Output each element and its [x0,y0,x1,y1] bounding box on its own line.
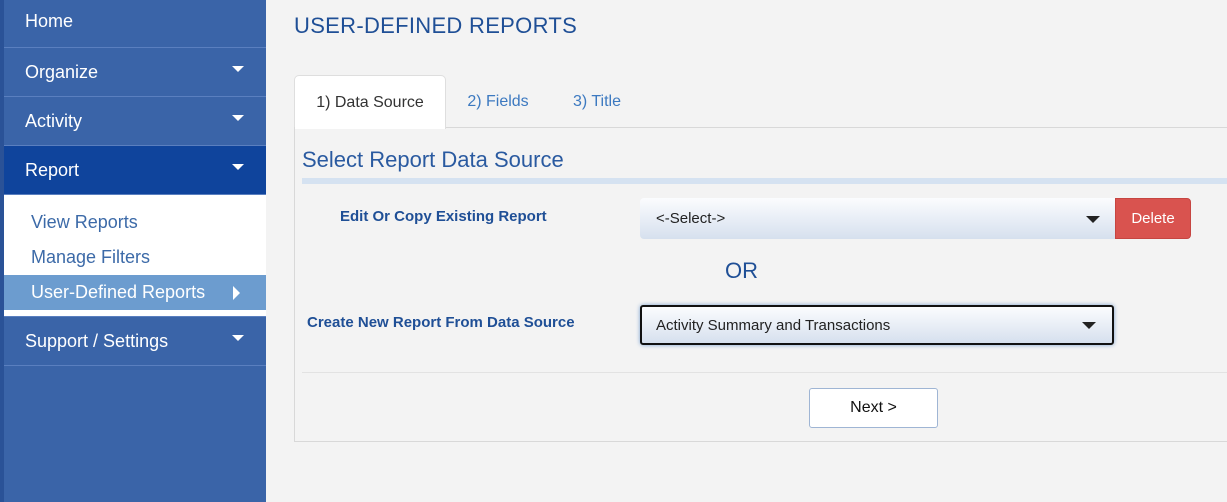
tab-label: 2) Fields [467,92,529,110]
page-title: USER-DEFINED REPORTS [294,13,578,38]
wizard-tabs: 1) Data Source 2) Fields 3) Title [294,75,1227,129]
nav-item-activity-label: Activity [25,110,83,131]
nav-item-report[interactable]: Report [4,146,266,195]
nav-item-activity[interactable]: Activity [4,97,266,146]
footer-divider [302,372,1227,373]
chevron-down-icon [232,115,244,121]
report-submenu: View Reports Manage Filters User-Defined… [4,195,266,317]
data-source-select-value: Activity Summary and Transactions [656,316,891,334]
tab-title[interactable]: 3) Title [560,75,634,128]
nav-item-organize-label: Organize [25,61,99,82]
nav-item-support-label: Support / Settings [25,330,169,351]
nav-item-home-label: Home [25,11,74,31]
section-title: Select Report Data Source [302,147,564,172]
next-button[interactable]: Next > [809,388,938,428]
tab-fields[interactable]: 2) Fields [454,75,542,128]
submenu-item-user-defined-reports[interactable]: User-Defined Reports [4,275,266,310]
chevron-down-icon [232,164,244,170]
data-source-select[interactable]: Activity Summary and Transactions [640,305,1114,345]
nav-item-organize[interactable]: Organize [4,48,266,97]
create-report-label: Create New Report From Data Source [307,314,575,331]
edit-report-label: Edit Or Copy Existing Report [340,208,547,225]
tab-panel [294,127,1227,442]
submenu-item-manage-filters[interactable]: Manage Filters [4,240,266,275]
nav-item-home[interactable]: Home [4,0,266,48]
dropdown-caret-icon [1082,322,1096,329]
existing-report-select[interactable]: <-Select-> [640,198,1116,239]
submenu-item-label: Manage Filters [31,247,151,267]
nav-item-report-label: Report [25,159,80,180]
submenu-item-label: View Reports [31,212,138,232]
nav-item-support-settings[interactable]: Support / Settings [4,317,266,366]
chevron-down-icon [232,66,244,72]
submenu-item-label: User-Defined Reports [31,282,206,302]
dropdown-caret-icon [1086,215,1100,223]
tab-label: 3) Title [572,92,621,110]
sidebar: Home Organize Activity Report View Repor… [0,0,266,502]
tab-label: 1) Data Source [316,93,424,111]
or-separator: OR [725,258,758,283]
submenu-item-view-reports[interactable]: View Reports [4,205,266,240]
section-divider [302,178,1227,184]
tab-data-source[interactable]: 1) Data Source [294,75,446,129]
chevron-down-icon [232,335,244,341]
delete-button[interactable]: Delete [1115,198,1191,239]
chevron-right-icon [233,285,240,300]
existing-report-select-value: <-Select-> [656,210,726,227]
